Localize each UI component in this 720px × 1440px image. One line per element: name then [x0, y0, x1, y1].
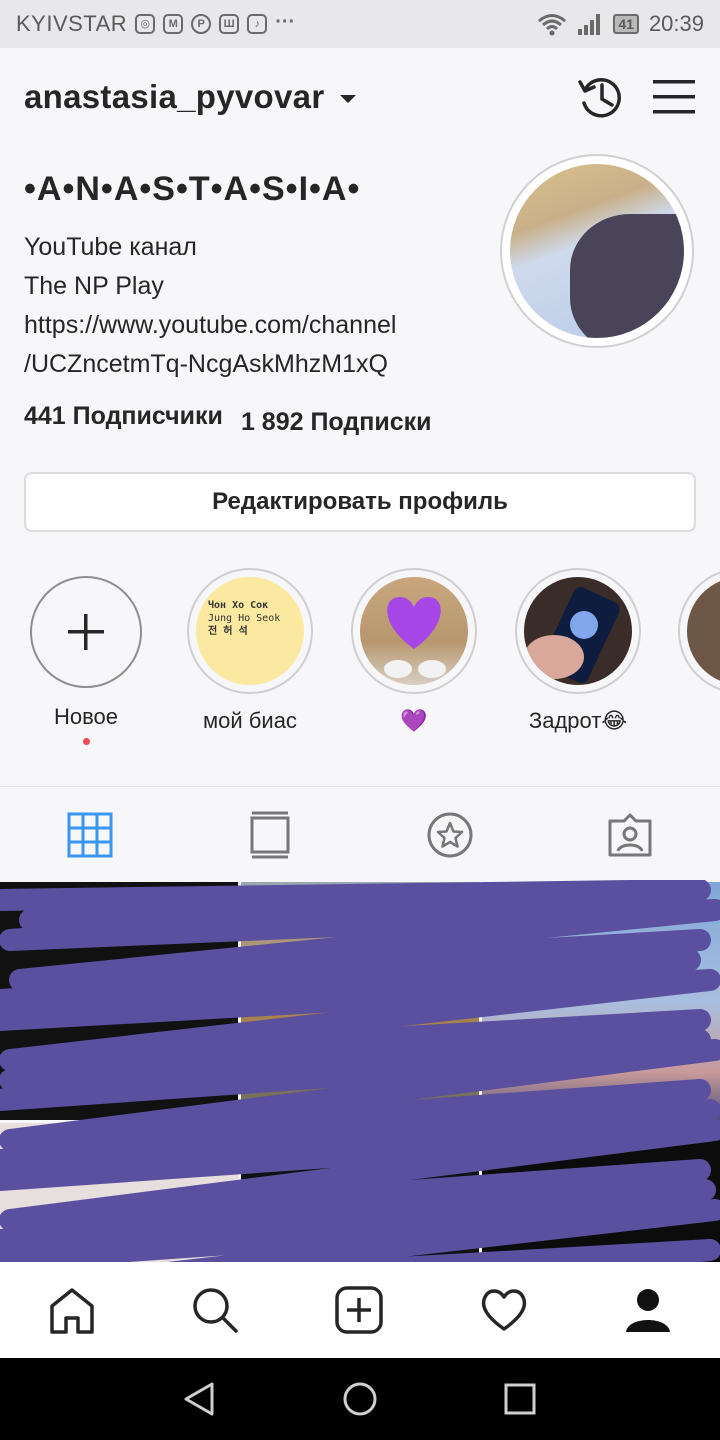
highlight-label: мой биас	[203, 708, 297, 733]
grid-icon	[67, 812, 113, 857]
bio-link[interactable]: https://www.youtube.com/channel	[24, 306, 396, 345]
avatar-image	[510, 164, 684, 338]
header-actions	[576, 72, 696, 122]
more-notifications: ···	[275, 11, 296, 33]
home-circle-icon[interactable]	[342, 1381, 378, 1417]
chevron-down-icon[interactable]	[340, 95, 357, 103]
story-highlights: Новое Чон Хо Сок Jung Ho Seok 전 허 석 мой …	[0, 568, 720, 748]
username[interactable]: anastasia_pyvovar	[24, 78, 324, 116]
full-name: •A•N•A•S•T•A•S•I•A•	[24, 170, 361, 208]
cover-text: 전 허 석	[208, 626, 248, 637]
archive-history-icon[interactable]	[576, 72, 626, 122]
menu-icon[interactable]	[652, 77, 696, 117]
music-icon: ♪	[247, 14, 268, 34]
tab-grid[interactable]	[0, 787, 180, 882]
saved-star-icon	[427, 812, 473, 857]
highlight-label: Задрот😂	[528, 708, 628, 733]
tagged-icon	[608, 813, 652, 856]
gmail-icon: M	[163, 14, 184, 34]
cover-text: Jung Ho Seok	[208, 613, 281, 624]
search-icon[interactable]	[191, 1286, 239, 1334]
highlight-cover	[524, 577, 632, 685]
instagram-icon: ◎	[135, 14, 156, 34]
followers-count[interactable]: 441 Подписчики	[24, 402, 223, 437]
plus-icon	[68, 614, 104, 650]
notification-icons: ◎ M P Ш ♪ ···	[135, 11, 296, 34]
battery-indicator: 41	[613, 14, 639, 34]
bio: YouTube канал The NP Play https://www.yo…	[24, 228, 396, 384]
highlight-label: Новое	[53, 704, 119, 729]
profile-header: anastasia_pyvovar	[0, 48, 720, 146]
tab-saved[interactable]	[360, 787, 540, 882]
bio-line: YouTube канал	[24, 233, 197, 261]
status-bar: KYIVSTAR ◎ M P Ш ♪ ··· 41 20:39	[0, 0, 720, 48]
system-navigation	[0, 1358, 720, 1440]
instagram-profile-screen: KYIVSTAR ◎ M P Ш ♪ ··· 41 20:39 anastasi…	[0, 0, 720, 1440]
recents-icon[interactable]	[502, 1381, 538, 1417]
profile-stats: 441 Подписчики 1 892 Подписки	[24, 402, 431, 437]
bio-line: The NP Play	[24, 272, 164, 300]
cover-text: Чон Хо Сок	[208, 600, 269, 611]
highlight-nerd[interactable]: Задрот😂	[514, 568, 642, 734]
highlight-cover	[360, 577, 468, 685]
tab-feed[interactable]	[180, 787, 360, 882]
following-count[interactable]: 1 892 Подписки	[241, 408, 432, 437]
highlight-bias[interactable]: Чон Хо Сок Jung Ho Seok 전 허 석 мой биас	[186, 568, 314, 734]
notification-dot	[82, 738, 90, 745]
highlight-cover: Чон Хо Сок Jung Ho Seok 전 허 석	[196, 577, 304, 685]
feed-icon	[250, 811, 290, 858]
edit-profile-button[interactable]: Редактировать профиль	[24, 472, 696, 532]
status-right: 41 20:39	[537, 11, 704, 37]
wifi-icon	[538, 14, 567, 36]
bottom-navigation	[0, 1262, 720, 1358]
profile-icon[interactable]	[624, 1286, 672, 1334]
clock: 20:39	[648, 11, 704, 36]
app-icon: Ш	[219, 14, 240, 34]
highlight-new[interactable]: Новое	[22, 568, 150, 745]
home-icon[interactable]	[48, 1286, 96, 1334]
highlight-label: 💜	[400, 708, 428, 733]
purple-heart-icon	[384, 597, 446, 678]
pinterest-icon: P	[191, 14, 212, 34]
profile-tabs	[0, 786, 720, 882]
highlight-partial[interactable]	[678, 568, 720, 694]
tab-tagged[interactable]	[540, 787, 720, 882]
highlight-cover	[687, 577, 720, 685]
activity-heart-icon[interactable]	[479, 1287, 529, 1333]
avatar[interactable]	[500, 154, 694, 348]
scribble-overlay	[0, 880, 720, 1310]
carrier-name: KYIVSTAR	[16, 11, 128, 36]
add-post-icon[interactable]	[335, 1286, 383, 1334]
signal-icon	[578, 14, 601, 35]
bio-link[interactable]: /UCZncetmTq-NcgAskMhzM1xQ	[24, 345, 396, 384]
back-icon[interactable]	[182, 1381, 218, 1417]
highlight-heart[interactable]: 💜	[350, 568, 478, 734]
